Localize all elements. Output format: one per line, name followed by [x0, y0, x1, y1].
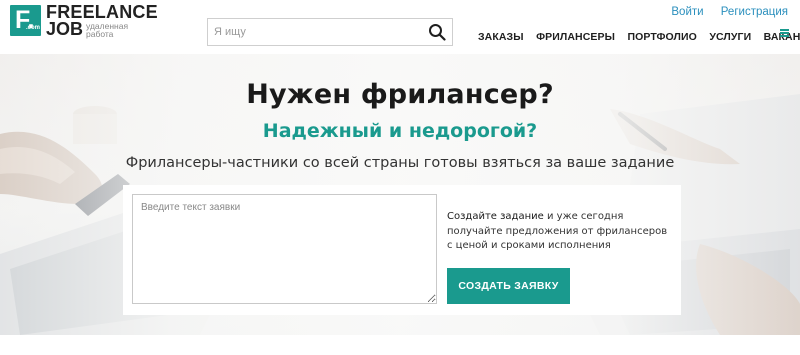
hero-title: Нужен фрилансер?: [246, 79, 554, 110]
search-input[interactable]: [208, 19, 418, 45]
create-request-button[interactable]: СОЗДАТЬ ЗАЯВКУ: [447, 268, 570, 304]
auth-links: Войти Регистрация: [671, 6, 788, 18]
request-info-text: Создайте задание и уже сегодня получайте…: [447, 210, 669, 254]
hero-section: Нужен фрилансер? Надежный и недорогой? Ф…: [0, 54, 800, 335]
login-link[interactable]: Войти: [671, 6, 703, 18]
search-box: [207, 18, 453, 46]
create-task-link[interactable]: Создайте задание: [447, 211, 544, 222]
hero-description: Фрилансеры-частники со всей страны готов…: [125, 155, 675, 171]
site-header: F. .com FREELANCE JOB удаленная работа В…: [0, 0, 800, 54]
site-logo[interactable]: F. .com FREELANCE JOB удаленная работа: [10, 3, 160, 45]
logo-mark: F. .com: [10, 5, 41, 36]
hero-subtitle: Надежный и недорогой?: [262, 120, 538, 142]
nav-item-orders[interactable]: ЗАКАЗЫ: [478, 31, 524, 43]
logo-wordmark-line2: JOB: [46, 19, 84, 39]
request-textarea[interactable]: [132, 194, 437, 304]
page-bottom-area: [0, 335, 800, 355]
nav-item-freelancers[interactable]: ФРИЛАНСЕРЫ: [536, 31, 615, 43]
nav-item-services[interactable]: УСЛУГИ: [709, 31, 751, 43]
search-button[interactable]: [428, 23, 446, 41]
main-nav: ЗАКАЗЫ ФРИЛАНСЕРЫ ПОРТФОЛИО УСЛУГИ ВАКАН…: [478, 27, 800, 45]
request-form-card: Создайте задание и уже сегодня получайте…: [123, 185, 681, 315]
nav-item-portfolio[interactable]: ПОРТФОЛИО: [627, 31, 696, 43]
register-link[interactable]: Регистрация: [721, 6, 788, 18]
search-icon: [429, 24, 446, 41]
logo-tagline: удаленная работа: [86, 21, 129, 39]
hamburger-menu-icon[interactable]: [780, 29, 789, 37]
logo-domain: .com: [26, 25, 41, 31]
